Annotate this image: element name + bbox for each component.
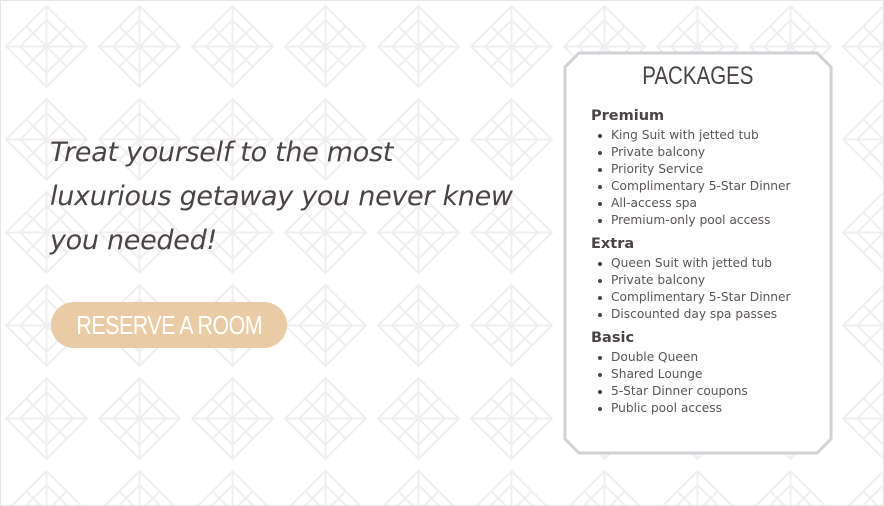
reserve-room-button-label: RESERVE A ROOM	[76, 309, 262, 340]
reserve-room-button[interactable]: RESERVE A ROOM	[51, 302, 287, 348]
tier-heading-basic: Basic	[591, 330, 635, 346]
tier-list-basic: Double Queen Shared Lounge 5-Star Dinner…	[591, 349, 827, 417]
tier-heading-extra: Extra	[591, 236, 635, 252]
list-item: Complimentary 5-Star Dinner	[595, 178, 827, 195]
list-item: Public pool access	[595, 400, 827, 417]
packages-title-text: PACKAGES	[642, 62, 754, 90]
list-item: Queen Suit with jetted tub	[595, 255, 827, 272]
list-item: Premium-only pool access	[595, 212, 827, 229]
list-item: Shared Lounge	[595, 366, 827, 383]
tier-list-extra: Queen Suit with jetted tub Private balco…	[591, 255, 827, 323]
list-item: Private balcony	[595, 272, 827, 289]
tier-heading-premium: Premium	[591, 108, 665, 124]
hero-tagline: Treat yourself to the most luxurious get…	[50, 137, 513, 256]
tier-list-premium: King Suit with jetted tub Private balcon…	[591, 127, 827, 229]
list-item: Discounted day spa passes	[595, 306, 827, 323]
list-item: Priority Service	[595, 161, 827, 178]
packages-card: PACKAGES Premium King Suit with jetted t…	[563, 51, 833, 455]
list-item: All-access spa	[595, 195, 827, 212]
list-item: Complimentary 5-Star Dinner	[595, 289, 827, 306]
list-item: Double Queen	[595, 349, 827, 366]
packages-title: PACKAGES	[563, 62, 833, 91]
list-item: King Suit with jetted tub	[595, 127, 827, 144]
packages-list: Premium King Suit with jetted tub Privat…	[591, 105, 827, 421]
list-item: Private balcony	[595, 144, 827, 161]
list-item: 5-Star Dinner coupons	[595, 383, 827, 400]
